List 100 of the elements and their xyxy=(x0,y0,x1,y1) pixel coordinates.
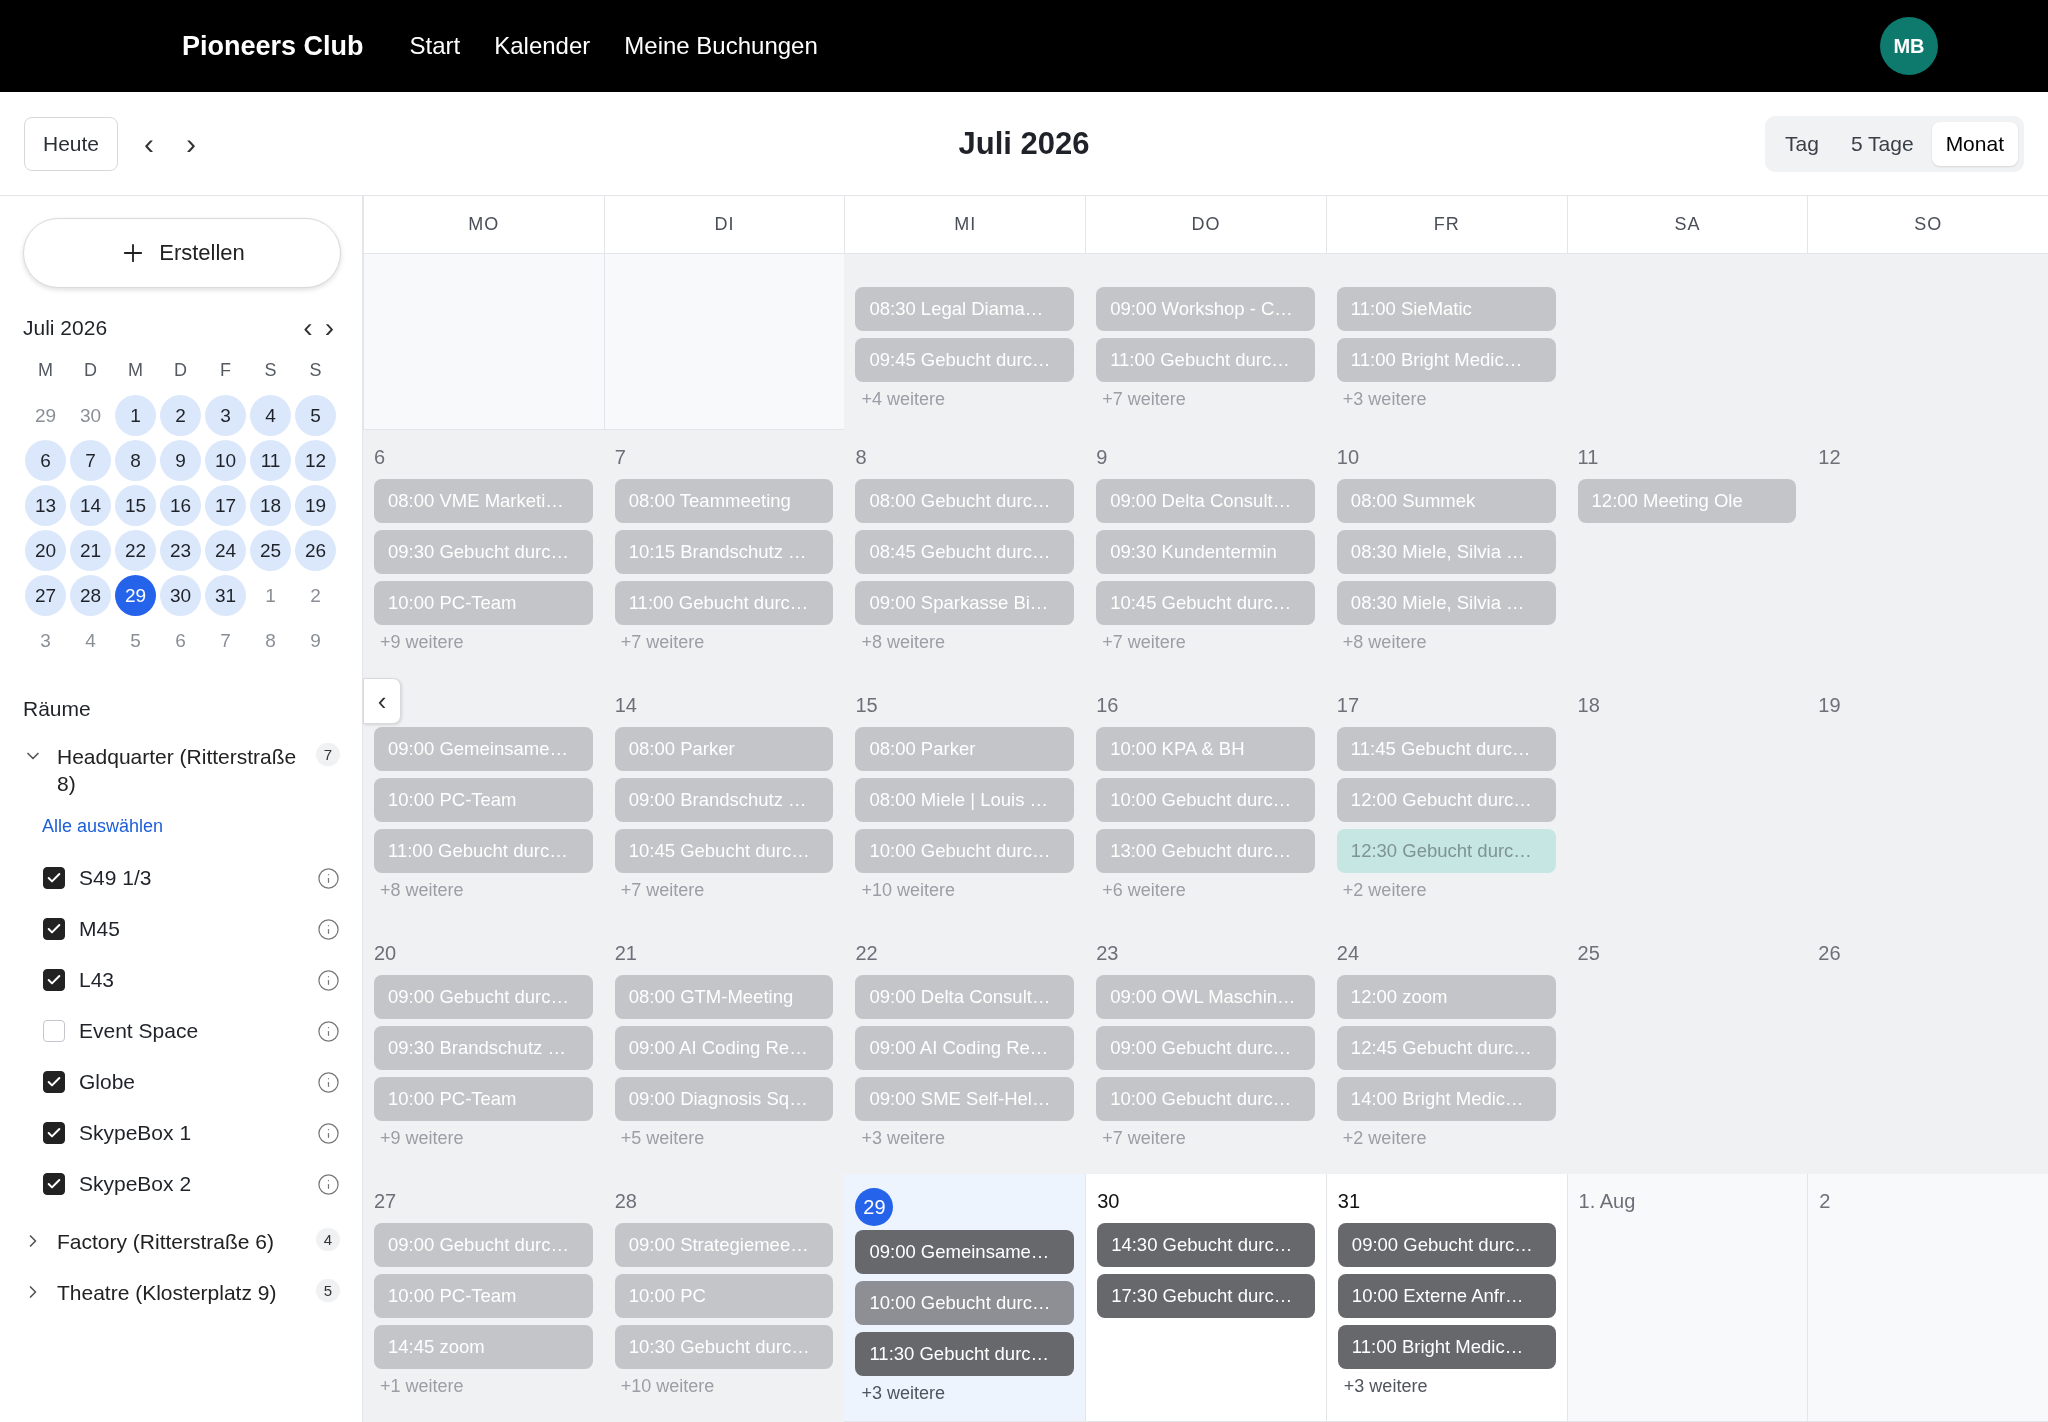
view-tab[interactable]: Monat xyxy=(1931,121,2018,166)
mini-calendar-day[interactable]: 1 xyxy=(115,395,156,436)
event-chip[interactable]: 09:00 Gebucht durc… xyxy=(1337,1223,1556,1267)
checkbox[interactable] xyxy=(43,1122,65,1145)
more-link[interactable]: +3 weitere xyxy=(855,1383,1075,1404)
select-all-link[interactable]: Alle auswählen xyxy=(42,815,340,837)
event-chip[interactable]: 09:00 Delta Consult… xyxy=(1096,479,1315,523)
mini-calendar-day[interactable]: 5 xyxy=(295,395,336,436)
user-avatar[interactable]: MB xyxy=(1880,17,1938,75)
mini-calendar-day[interactable]: 2 xyxy=(160,395,201,436)
mini-calendar-day[interactable]: 10 xyxy=(205,440,246,481)
checkbox[interactable] xyxy=(43,969,65,992)
mini-calendar-day[interactable]: 11 xyxy=(250,440,291,481)
mini-calendar-day[interactable]: 20 xyxy=(25,530,66,571)
mini-calendar-day[interactable]: 31 xyxy=(205,575,246,616)
more-link[interactable]: +2 weitere xyxy=(1336,880,1556,901)
event-chip[interactable]: 10:00 PC xyxy=(614,1274,834,1318)
mini-calendar-day[interactable]: 30 xyxy=(70,395,111,436)
event-chip[interactable]: 08:30 Legal Diama… xyxy=(855,287,1075,331)
event-chip[interactable]: 10:45 Gebucht durc… xyxy=(614,829,834,873)
event-chip[interactable]: 08:00 Gebucht durc… xyxy=(855,479,1075,523)
mini-calendar-day[interactable]: 2 xyxy=(295,575,336,616)
event-chip[interactable]: 12:00 Gebucht durc… xyxy=(1336,778,1556,822)
event-chip[interactable]: 12:00 zoom xyxy=(1336,975,1556,1019)
mini-calendar-day[interactable]: 12 xyxy=(295,440,336,481)
event-chip[interactable]: 10:00 Gebucht durc… xyxy=(855,829,1075,873)
mini-calendar-day[interactable]: 9 xyxy=(295,620,336,661)
event-chip[interactable]: 10:45 Gebucht durc… xyxy=(1096,581,1315,625)
event-chip[interactable]: 09:00 AI Coding Re… xyxy=(614,1026,834,1070)
event-chip[interactable]: 09:00 Gebucht durc… xyxy=(374,1223,593,1267)
info-icon[interactable] xyxy=(317,917,340,941)
more-link[interactable]: +3 weitere xyxy=(1337,1376,1556,1397)
event-chip[interactable]: 10:00 PC-Team xyxy=(374,1077,593,1121)
collapse-sidebar-button[interactable]: ‹ xyxy=(363,678,401,724)
event-chip[interactable]: 08:00 Parker xyxy=(855,727,1075,771)
more-link[interactable]: +7 weitere xyxy=(614,880,834,901)
info-icon[interactable] xyxy=(317,1121,340,1145)
nav-link[interactable]: Meine Buchungen xyxy=(624,32,818,60)
event-chip[interactable]: 10:00 Externe Anfr… xyxy=(1337,1274,1556,1318)
mini-calendar-day[interactable]: 6 xyxy=(160,620,201,661)
nav-link[interactable]: Start xyxy=(409,32,461,60)
checkbox[interactable] xyxy=(43,1071,65,1094)
event-chip[interactable]: 09:00 OWL Maschin… xyxy=(1096,975,1315,1019)
mini-calendar-day[interactable]: 30 xyxy=(160,575,201,616)
event-chip[interactable]: 09:00 Gemeinsame… xyxy=(374,727,593,771)
event-chip[interactable]: 12:30 Gebucht durc… xyxy=(1336,829,1556,873)
info-icon[interactable] xyxy=(317,968,340,992)
more-link[interactable]: +7 weitere xyxy=(1096,1128,1315,1149)
mini-calendar-day[interactable]: 15 xyxy=(115,485,156,526)
event-chip[interactable]: 11:00 SieMatic xyxy=(1336,287,1556,331)
view-tab[interactable]: 5 Tage xyxy=(1836,121,1928,166)
info-icon[interactable] xyxy=(317,1172,340,1196)
mini-calendar-day[interactable]: 22 xyxy=(115,530,156,571)
more-link[interactable]: +9 weitere xyxy=(374,632,593,653)
view-tab[interactable]: Tag xyxy=(1771,121,1833,166)
mini-calendar-day[interactable]: 23 xyxy=(160,530,201,571)
more-link[interactable]: +6 weitere xyxy=(1096,880,1315,901)
event-chip[interactable]: 09:45 Gebucht durc… xyxy=(855,338,1075,382)
event-chip[interactable]: 09:30 Gebucht durc… xyxy=(374,530,593,574)
mini-calendar-day[interactable]: 1 xyxy=(250,575,291,616)
mini-calendar-day[interactable]: 8 xyxy=(250,620,291,661)
room-group[interactable]: Headquarter (Ritterstraße 8) 7 xyxy=(23,743,340,798)
previous-button[interactable]: ‹ xyxy=(138,128,161,159)
event-chip[interactable]: 10:00 PC-Team xyxy=(374,1274,593,1318)
event-chip[interactable]: 10:00 Gebucht durc… xyxy=(855,1281,1075,1325)
event-chip[interactable]: 08:30 Miele, Silvia … xyxy=(1336,581,1556,625)
event-chip[interactable]: 09:00 Diagnosis Sq… xyxy=(614,1077,834,1121)
more-link[interactable]: +5 weitere xyxy=(614,1128,834,1149)
more-link[interactable]: +3 weitere xyxy=(1336,389,1556,410)
event-chip[interactable]: 09:00 Gebucht durc… xyxy=(1096,1026,1315,1070)
event-chip[interactable]: 09:00 AI Coding Re… xyxy=(855,1026,1075,1070)
more-link[interactable]: +9 weitere xyxy=(374,1128,593,1149)
room-group[interactable]: Factory (Ritterstraße 6) 4 xyxy=(23,1227,340,1255)
event-chip[interactable]: 11:00 Gebucht durc… xyxy=(614,581,834,625)
more-link[interactable]: +8 weitere xyxy=(374,880,593,901)
event-chip[interactable]: 08:00 GTM-Meeting xyxy=(614,975,834,1019)
more-link[interactable]: +2 weitere xyxy=(1336,1128,1556,1149)
mini-calendar-day[interactable]: 5 xyxy=(115,620,156,661)
mini-calendar-day[interactable]: 29 xyxy=(115,575,156,616)
event-chip[interactable]: 10:00 Gebucht durc… xyxy=(1096,1077,1315,1121)
checkbox[interactable] xyxy=(43,918,65,941)
mini-calendar-day[interactable]: 21 xyxy=(70,530,111,571)
event-chip[interactable]: 08:00 Miele | Louis … xyxy=(855,778,1075,822)
more-link[interactable]: +8 weitere xyxy=(1336,632,1556,653)
more-link[interactable]: +7 weitere xyxy=(614,632,834,653)
create-button[interactable]: Erstellen xyxy=(23,218,341,288)
more-link[interactable]: +4 weitere xyxy=(855,389,1075,410)
more-link[interactable]: +3 weitere xyxy=(855,1128,1075,1149)
event-chip[interactable]: 09:00 Workshop - C… xyxy=(1096,287,1315,331)
mini-calendar-day[interactable]: 7 xyxy=(205,620,246,661)
mini-calendar-day[interactable]: 3 xyxy=(205,395,246,436)
event-chip[interactable]: 13:00 Gebucht durc… xyxy=(1096,829,1315,873)
checkbox[interactable] xyxy=(43,867,65,890)
event-chip[interactable]: 08:00 VME Marketi… xyxy=(374,479,593,523)
mini-calendar-day[interactable]: 24 xyxy=(205,530,246,571)
checkbox[interactable] xyxy=(43,1173,65,1196)
info-icon[interactable] xyxy=(317,866,340,890)
event-chip[interactable]: 09:00 Delta Consult… xyxy=(855,975,1075,1019)
mini-calendar-day[interactable]: 9 xyxy=(160,440,201,481)
more-link[interactable]: +8 weitere xyxy=(855,632,1075,653)
